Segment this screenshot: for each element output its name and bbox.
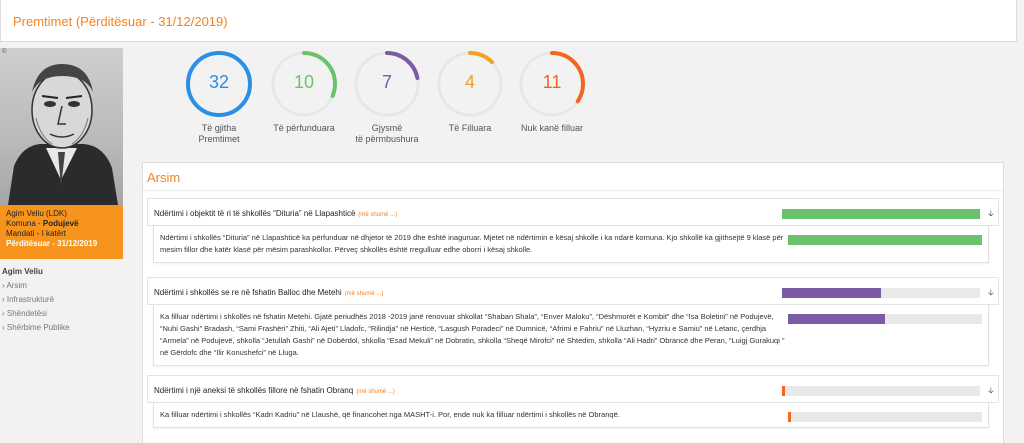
- stats-row: 32 Të gjitha Premtimet 10 Të përfunduara …: [183, 48, 603, 148]
- promise-progress-bar: [782, 288, 980, 298]
- promise-details: Ndërtimi i shkollës “Dituria” në Llapash…: [153, 226, 989, 263]
- promise-title-text: Ndërtimi i objektit të ri të shkollës “D…: [154, 209, 356, 218]
- stat-label-line1: Të përfunduara: [273, 123, 335, 133]
- more-link[interactable]: (më shumë ...): [356, 389, 395, 395]
- stat-started: 4 Të Filluara: [434, 48, 506, 134]
- progress-fill: [782, 386, 785, 396]
- profile-name: Agim Veliu (LDK): [6, 209, 67, 218]
- progress-fill: [782, 288, 881, 298]
- stat-label: Të Filluara: [434, 123, 506, 134]
- stat-value: 11: [542, 72, 562, 92]
- municipality-label: Komuna -: [6, 219, 43, 228]
- nav-item-infrastrukture[interactable]: › Infrastrukturë: [2, 293, 123, 307]
- profile-mandate: Mandati - I katërt: [6, 229, 67, 238]
- expand-arrow-icon[interactable]: 🡣: [988, 287, 994, 301]
- stat-label: Të përfunduara: [268, 123, 340, 134]
- promise-header[interactable]: Ndërtimi i objektit të ri të shkollës “D…: [147, 198, 999, 226]
- promise-detail-progress-bar: [788, 235, 982, 245]
- stat-label: Nuk kanë filluar: [516, 123, 588, 134]
- section-title: Arsim: [147, 170, 181, 185]
- stat-value: 7: [381, 72, 392, 92]
- stat-half-fulfilled: 7 Gjysmë të përmbushura: [351, 48, 423, 145]
- progress-fill: [788, 235, 982, 245]
- promise-title-text: Ndërtimi i një aneksi të shkollës fillor…: [154, 386, 354, 395]
- promise-title: Ndërtimi i objektit të ri të shkollës “D…: [154, 209, 397, 218]
- stat-label-line1: Të gjitha: [201, 123, 237, 133]
- nav-item-sherbime-publike[interactable]: › Shërbime Publike: [2, 321, 123, 335]
- promise-item: Ndërtimi i shkollës se re në fshatin Bal…: [147, 277, 999, 366]
- corner-mark-icon: ©: [2, 49, 7, 55]
- more-link[interactable]: (më shumë ...): [345, 291, 384, 297]
- promise-title: Ndërtimi i shkollës se re në fshatin Bal…: [154, 288, 383, 297]
- nav-item-shendetesi[interactable]: › Shëndetësi: [2, 307, 123, 321]
- section-panel: Arsim Ndërtimi i objektit të ri të shkol…: [142, 162, 1004, 443]
- stat-label-line1: Nuk kanë filluar: [520, 123, 584, 133]
- expand-arrow-icon[interactable]: 🡣: [988, 208, 994, 222]
- portrait-image: ©: [0, 48, 123, 205]
- promise-header[interactable]: Ndërtimi i një aneksi të shkollës fillor…: [147, 375, 999, 403]
- promise-progress-bar: [782, 209, 980, 219]
- stat-completed: 10 Të përfunduara: [268, 48, 340, 134]
- stat-label-line1: Të Filluara: [448, 123, 492, 133]
- side-nav: Agim Veliu › Arsim › Infrastrukturë › Sh…: [0, 265, 123, 335]
- stat-not-started: 11 Nuk kanë filluar: [516, 48, 588, 134]
- page-title: Premtimet (Përditësuar - 31/12/2019): [13, 14, 228, 29]
- stat-label-line1: Gjysmë: [371, 123, 403, 133]
- promise-progress-bar: [782, 386, 980, 396]
- sidebar: © Agim Veliu (LDK) Komuna - Podujevë Man…: [0, 48, 123, 335]
- promise-details: Ka filluar ndërtimi i shkollës në fshati…: [153, 305, 989, 366]
- more-link[interactable]: (më shumë ...): [358, 212, 397, 218]
- nav-item-arsim[interactable]: › Arsim: [2, 279, 123, 293]
- stat-value: 10: [293, 72, 315, 92]
- promise-detail-progress-bar: [788, 412, 982, 422]
- stat-label-line2: të përmbushura: [355, 134, 419, 144]
- promise-header[interactable]: Ndërtimi i shkollës se re në fshatin Bal…: [147, 277, 999, 305]
- section-divider: [143, 190, 1003, 191]
- promise-item: Ndërtimi i një aneksi të shkollës fillor…: [147, 375, 999, 428]
- profile-info: Agim Veliu (LDK) Komuna - Podujevë Manda…: [0, 205, 123, 259]
- page-header: Premtimet (Përditësuar - 31/12/2019): [0, 0, 1017, 42]
- promise-title-text: Ndërtimi i shkollës se re në fshatin Bal…: [154, 288, 342, 297]
- caricature-drawing: [8, 64, 118, 205]
- promise-title: Ndërtimi i një aneksi të shkollës fillor…: [154, 386, 395, 395]
- profile-updated: Përditësuar - 31/12/2019: [6, 239, 98, 248]
- expand-arrow-icon[interactable]: 🡣: [988, 385, 994, 399]
- promise-details: Ka filluar ndërtimi i shkollës “Kadri Ka…: [153, 403, 989, 428]
- stat-value: 4: [464, 72, 475, 92]
- stat-label-line2: Premtimet: [198, 134, 240, 144]
- profile-municipality: Komuna - Podujevë: [6, 219, 117, 229]
- stat-label: Gjysmë të përmbushura: [351, 123, 423, 145]
- progress-fill: [788, 314, 885, 324]
- progress-fill: [788, 412, 791, 422]
- stat-value: 32: [208, 72, 230, 92]
- nav-name: Agim Veliu: [2, 267, 43, 276]
- promise-detail-progress-bar: [788, 314, 982, 324]
- municipality-value: Podujevë: [42, 219, 79, 228]
- stat-label: Të gjitha Premtimet: [183, 123, 255, 145]
- stat-all: 32 Të gjitha Premtimet: [183, 48, 255, 145]
- progress-fill: [782, 209, 980, 219]
- promise-item: Ndërtimi i objektit të ri të shkollës “D…: [147, 198, 999, 263]
